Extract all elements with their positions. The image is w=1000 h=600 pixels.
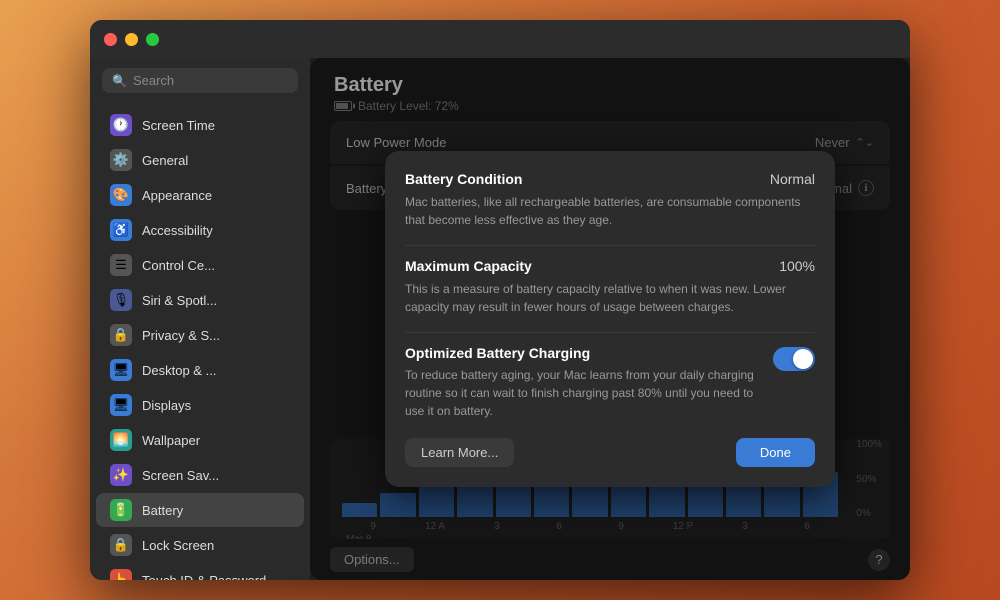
sidebar-item-icon-wallpaper: 🌅 (110, 429, 132, 451)
done-button[interactable]: Done (736, 438, 815, 467)
window-content: 🔍 Search 🕐 Screen Time ⚙️ General 🎨 Appearanc… (90, 58, 910, 580)
sidebar-item-displays[interactable]: 🖥 Displays (96, 388, 304, 422)
sidebar-item-general[interactable]: ⚙️ General (96, 143, 304, 177)
sidebar-item-lock-screen[interactable]: 🔒 Lock Screen (96, 528, 304, 562)
sidebar-item-icon-screen-time: 🕐 (110, 114, 132, 136)
sidebar-item-appearance[interactable]: 🎨 Appearance (96, 178, 304, 212)
sidebar-item-label-lock-screen: Lock Screen (142, 538, 214, 553)
sidebar-item-icon-privacy-security: 🔒 (110, 324, 132, 346)
sidebar-item-label-control-center: Control Ce... (142, 258, 215, 273)
sidebar-list: 🕐 Screen Time ⚙️ General 🎨 Appearance ♿ Accessi… (90, 103, 310, 580)
close-button[interactable] (104, 33, 117, 46)
sidebar-item-icon-siri-spotlight: 🎙 (110, 289, 132, 311)
maximize-button[interactable] (146, 33, 159, 46)
search-placeholder: Search (133, 73, 174, 88)
optimized-charging-section: Optimized Battery Charging To reduce bat… (405, 345, 815, 420)
battery-condition-section: Battery Condition Normal Mac batteries, … (405, 171, 815, 229)
sidebar-item-wallpaper[interactable]: 🌅 Wallpaper (96, 423, 304, 457)
max-capacity-value: 100% (779, 258, 815, 274)
sidebar-item-icon-battery: 🔋 (110, 499, 132, 521)
dialog-overlay: Battery Condition Normal Mac batteries, … (310, 58, 910, 580)
sidebar-item-accessibility[interactable]: ♿ Accessibility (96, 213, 304, 247)
battery-condition-desc: Mac batteries, like all rechargeable bat… (405, 193, 815, 229)
search-icon: 🔍 (112, 74, 127, 88)
sidebar-item-label-touch-id: Touch ID & Password (142, 573, 266, 581)
sidebar-item-touch-id[interactable]: 👆 Touch ID & Password (96, 563, 304, 580)
dialog-buttons: Learn More... Done (405, 438, 815, 467)
sidebar-item-icon-accessibility: ♿ (110, 219, 132, 241)
toggle-knob (793, 349, 813, 369)
maximum-capacity-section: Maximum Capacity 100% This is a measure … (405, 258, 815, 316)
optimized-charging-toggle[interactable] (773, 347, 815, 371)
sidebar: 🔍 Search 🕐 Screen Time ⚙️ General 🎨 Appearanc… (90, 58, 310, 580)
sidebar-item-label-desktop-sc: Desktop & ... (142, 363, 216, 378)
sidebar-item-battery[interactable]: 🔋 Battery (96, 493, 304, 527)
sidebar-item-label-screen-time: Screen Time (142, 118, 215, 133)
search-bar[interactable]: 🔍 Search (102, 68, 298, 93)
sidebar-item-screen-saver[interactable]: ✨ Screen Sav... (96, 458, 304, 492)
max-capacity-title: Maximum Capacity (405, 258, 532, 274)
sidebar-item-label-battery: Battery (142, 503, 183, 518)
sidebar-item-label-accessibility: Accessibility (142, 223, 213, 238)
sidebar-item-icon-lock-screen: 🔒 (110, 534, 132, 556)
sidebar-item-label-siri-spotlight: Siri & Spotl... (142, 293, 217, 308)
sidebar-item-control-center[interactable]: ☰ Control Ce... (96, 248, 304, 282)
traffic-lights (104, 33, 159, 46)
sidebar-item-label-wallpaper: Wallpaper (142, 433, 200, 448)
main-panel-wrapper: Battery Battery Level: 72% Low Power Mod… (310, 58, 910, 580)
max-capacity-desc: This is a measure of battery capacity re… (405, 280, 815, 316)
sidebar-item-privacy-security[interactable]: 🔒 Privacy & S... (96, 318, 304, 352)
sidebar-item-icon-general: ⚙️ (110, 149, 132, 171)
divider-2 (405, 332, 815, 333)
optimized-charging-desc: To reduce battery aging, your Mac learns… (405, 366, 757, 420)
optimized-charging-title: Optimized Battery Charging (405, 345, 757, 361)
sidebar-item-label-screen-saver: Screen Sav... (142, 468, 219, 483)
battery-health-dialog: Battery Condition Normal Mac batteries, … (385, 151, 835, 487)
sidebar-item-label-general: General (142, 153, 188, 168)
battery-condition-title: Battery Condition (405, 171, 522, 187)
sidebar-item-screen-time[interactable]: 🕐 Screen Time (96, 108, 304, 142)
sidebar-item-label-displays: Displays (142, 398, 191, 413)
sidebar-item-label-appearance: Appearance (142, 188, 212, 203)
divider-1 (405, 245, 815, 246)
sidebar-item-desktop-sc[interactable]: 🖥 Desktop & ... (96, 353, 304, 387)
system-preferences-window: 🔍 Search 🕐 Screen Time ⚙️ General 🎨 Appearanc… (90, 20, 910, 580)
sidebar-item-icon-desktop-sc: 🖥 (110, 359, 132, 381)
sidebar-item-icon-touch-id: 👆 (110, 569, 132, 580)
titlebar (90, 20, 910, 58)
learn-more-button[interactable]: Learn More... (405, 438, 514, 467)
sidebar-item-icon-appearance: 🎨 (110, 184, 132, 206)
battery-condition-value: Normal (770, 171, 815, 187)
sidebar-item-siri-spotlight[interactable]: 🎙 Siri & Spotl... (96, 283, 304, 317)
sidebar-item-icon-control-center: ☰ (110, 254, 132, 276)
sidebar-item-icon-displays: 🖥 (110, 394, 132, 416)
sidebar-item-icon-screen-saver: ✨ (110, 464, 132, 486)
sidebar-item-label-privacy-security: Privacy & S... (142, 328, 220, 343)
minimize-button[interactable] (125, 33, 138, 46)
